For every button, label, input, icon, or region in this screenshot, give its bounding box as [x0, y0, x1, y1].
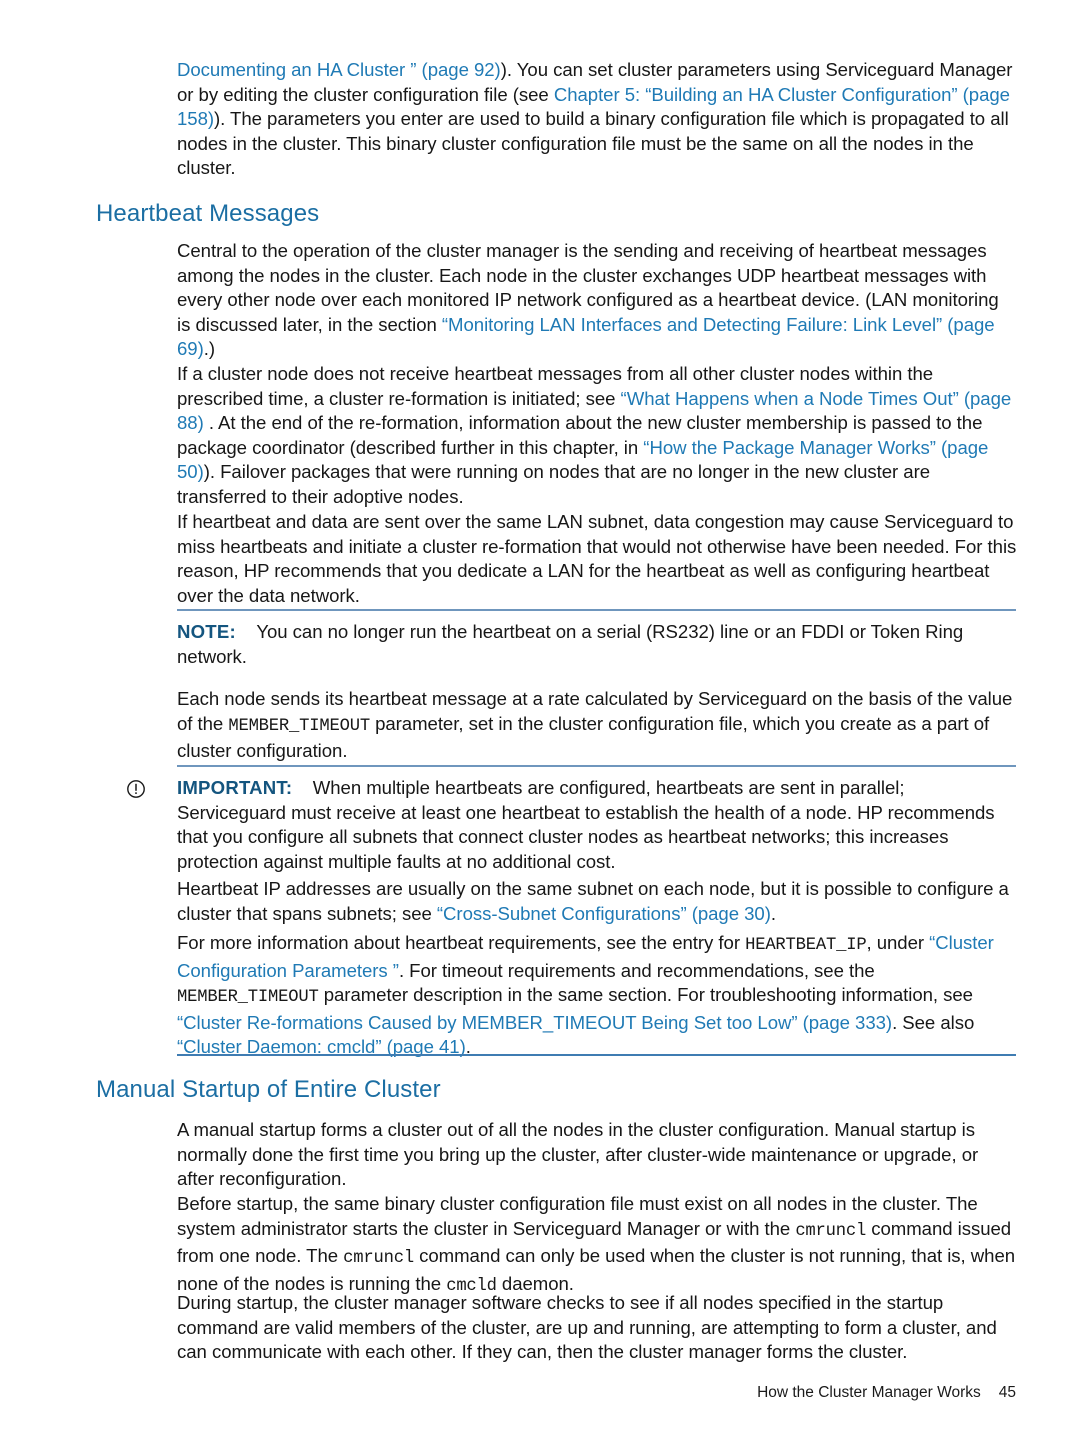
- note-spacer: [236, 621, 256, 642]
- code-cmruncl-1: cmruncl: [795, 1221, 867, 1241]
- footer-section-title: How the Cluster Manager Works: [757, 1384, 981, 1401]
- important-spacer: [292, 777, 312, 798]
- paragraph-intro-text-2: ). The parameters you enter are used to …: [177, 108, 1009, 179]
- admonition-important: IMPORTANT: When multiple heartbeats are …: [177, 776, 1017, 874]
- footer-page-number: 45: [998, 1384, 1016, 1401]
- paragraph-more-text-1: For more information about heartbeat req…: [177, 932, 746, 953]
- note-label: NOTE:: [177, 621, 236, 642]
- link-cross-subnet-configurations[interactable]: “Cross-Subnet Configurations” (page 30): [437, 903, 771, 924]
- paragraph-before-startup: Before startup, the same binary cluster …: [177, 1192, 1017, 1299]
- paragraph-intro: Documenting an HA Cluster ” (page 92) ). …: [177, 58, 1017, 181]
- admonition-note: NOTE: You can no longer run the heartbea…: [177, 620, 1017, 669]
- heading-heartbeat-messages: Heartbeat Messages: [96, 200, 320, 227]
- paragraph-ip-text-2: .: [770, 902, 776, 924]
- important-label: IMPORTANT:: [177, 777, 293, 798]
- heading-manual-startup: Manual Startup of Entire Cluster: [96, 1076, 441, 1103]
- paragraph-more-text-3: . For timeout requirements and recommend…: [398, 959, 875, 981]
- code-cmruncl-2: cmruncl: [343, 1249, 414, 1269]
- paragraph-during-startup: During startup, the cluster manager soft…: [177, 1292, 997, 1363]
- section-divider-manual-startup: [177, 1054, 1016, 1056]
- note-divider-top: [177, 609, 1016, 611]
- important-divider-top: [177, 765, 1016, 767]
- link-cluster-reformations-member-timeout[interactable]: “Cluster Re-formations Caused by MEMBER_…: [177, 1012, 892, 1033]
- paragraph-reformation-text-3: ). Failover packages that were running o…: [177, 461, 931, 507]
- paragraph-central-operation: Central to the operation of the cluster …: [177, 239, 1017, 362]
- paragraph-heartbeat-rate: Each node sends its heartbeat message at…: [177, 687, 1017, 764]
- link-documenting-ha-cluster[interactable]: Documenting an HA Cluster ” (page 92): [177, 59, 501, 80]
- code-member-timeout-1: MEMBER_TIMEOUT: [228, 716, 370, 736]
- code-member-timeout-2: MEMBER_TIMEOUT: [177, 988, 319, 1008]
- code-heartbeat-ip: HEARTBEAT_IP: [745, 936, 867, 955]
- paragraph-central-text-2: .): [203, 338, 215, 360]
- paragraph-more-text-2: , under: [866, 932, 930, 953]
- paragraph-cluster-reformation: If a cluster node does not receive heart…: [177, 362, 1017, 510]
- exclamation-circle-icon: [125, 778, 147, 800]
- paragraph-more-text-5: . See also: [892, 1011, 975, 1033]
- document-page: Documenting an HA Cluster ” (page 92) ). …: [0, 0, 1080, 1438]
- note-text: You can no longer run the heartbeat on a…: [177, 621, 964, 667]
- paragraph-heartbeat-ip-addresses: Heartbeat IP addresses are usually on th…: [177, 877, 1017, 926]
- page-footer: How the Cluster Manager Works 45: [616, 1383, 1016, 1403]
- paragraph-more-text-4: parameter description in the same sectio…: [318, 984, 973, 1006]
- paragraph-data-congestion: If heartbeat and data are sent over the …: [177, 511, 1017, 606]
- paragraph-more-information: For more information about heartbeat req…: [177, 931, 1017, 1060]
- paragraph-manual-startup: A manual startup forms a cluster out of …: [177, 1119, 979, 1190]
